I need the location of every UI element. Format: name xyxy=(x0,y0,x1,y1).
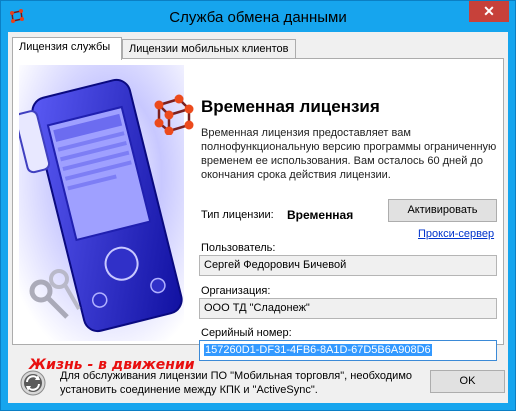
window-title: Служба обмена данными xyxy=(169,9,347,26)
dialog-window: Служба обмена данными ✕ Лицензия службы … xyxy=(0,0,516,411)
user-value: Сергей Федорович Бичевой xyxy=(204,259,347,271)
organization-field[interactable]: ООО ТД "Сладонеж" xyxy=(199,298,497,319)
organization-label: Организация: xyxy=(201,285,271,297)
sync-icon xyxy=(20,370,46,396)
activate-button[interactable]: Активировать xyxy=(388,199,497,222)
close-button[interactable]: ✕ xyxy=(469,1,509,22)
serial-number-field[interactable]: 157260D1-DF31-4FB6-8A1D-67D5B6A908D6 xyxy=(199,340,497,361)
user-field[interactable]: Сергей Федорович Бичевой xyxy=(199,255,497,276)
proxy-server-link[interactable]: Прокси-сервер xyxy=(418,228,494,240)
license-panel: Жизнь - в движении Временная лицензия Вр… xyxy=(12,58,504,373)
license-description: Временная лицензия предоставляет вам пол… xyxy=(201,127,497,181)
ok-button-label: OK xyxy=(459,375,476,387)
tab-mobile-client-licenses[interactable]: Лицензии мобильных клиентов xyxy=(122,39,296,59)
close-icon: ✕ xyxy=(483,3,495,19)
footer-info-text: Для обслуживания лицензии ПО "Мобильная … xyxy=(60,370,412,396)
license-heading: Временная лицензия xyxy=(201,97,380,116)
serial-number-label: Серийный номер: xyxy=(201,327,292,339)
license-type-label: Тип лицензии: xyxy=(201,209,274,221)
license-type-value: Временная xyxy=(287,208,354,222)
ok-button[interactable]: OK xyxy=(430,370,505,393)
title-bar[interactable]: Служба обмена данными ✕ xyxy=(1,1,515,32)
cube-molecule-icon xyxy=(154,94,194,135)
tab-service-license[interactable]: Лицензия службы xyxy=(12,37,122,60)
organization-value: ООО ТД "Сладонеж" xyxy=(204,302,310,314)
user-label: Пользователь: xyxy=(201,242,276,254)
serial-number-value: 157260D1-DF31-4FB6-8A1D-67D5B6A908D6 xyxy=(204,344,432,356)
tab-label: Лицензия службы xyxy=(19,41,111,53)
tab-label: Лицензии мобильных клиентов xyxy=(129,43,289,55)
activate-button-label: Активировать xyxy=(407,204,478,216)
dialog-client-area: Лицензия службы Лицензии мобильных клиен… xyxy=(8,32,508,403)
